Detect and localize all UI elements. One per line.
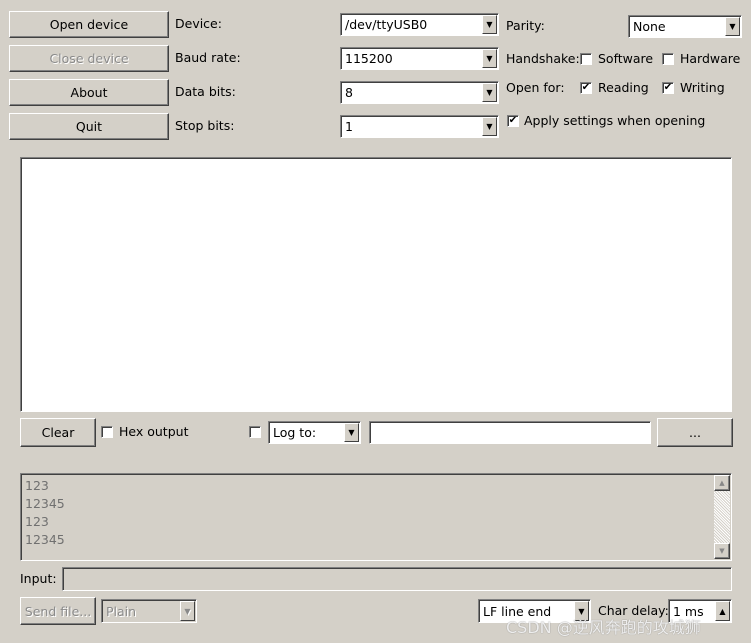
- hex-output-checkbox[interactable]: [101, 426, 113, 438]
- scroll-up-icon[interactable]: ▲: [714, 475, 730, 491]
- close-device-button[interactable]: Close device: [9, 45, 169, 72]
- handshake-label: Handshake:: [506, 51, 580, 66]
- history-item[interactable]: 123: [25, 513, 727, 531]
- stop-bits-combo[interactable]: 1 ▼: [340, 115, 499, 138]
- baud-label: Baud rate:: [175, 50, 241, 65]
- clear-button[interactable]: Clear: [20, 418, 96, 447]
- software-label: Software: [598, 51, 654, 66]
- chevron-down-icon: ▼: [344, 423, 359, 442]
- input-field[interactable]: [62, 567, 732, 591]
- reading-label: Reading: [598, 80, 649, 95]
- spin-arrows-icon[interactable]: ▲: [715, 601, 730, 621]
- log-value: Log to:: [273, 425, 317, 440]
- stop-bits-label: Stop bits:: [175, 118, 235, 133]
- scroll-down-icon[interactable]: ▼: [714, 543, 730, 559]
- parity-value: None: [633, 19, 666, 34]
- apply-settings-label: Apply settings when opening: [524, 113, 706, 128]
- scrollbar[interactable]: ▲ ▼: [714, 475, 730, 559]
- history-item[interactable]: 12345: [25, 531, 727, 549]
- log-combo[interactable]: Log to: ▼: [268, 421, 361, 444]
- history-item[interactable]: 12345: [25, 495, 727, 513]
- baud-value: 115200: [345, 51, 393, 66]
- input-label: Input:: [20, 571, 57, 586]
- chevron-down-icon: ▼: [180, 601, 195, 621]
- hardware-checkbox[interactable]: [662, 53, 674, 65]
- history-list[interactable]: 123 12345 123 12345 ▲ ▼: [20, 473, 732, 561]
- send-mode-combo[interactable]: Plain ▼: [101, 599, 197, 623]
- history-item[interactable]: 123: [25, 477, 727, 495]
- about-button[interactable]: About: [9, 79, 169, 106]
- chevron-down-icon: ▼: [482, 83, 497, 102]
- chevron-down-icon: ▼: [482, 117, 497, 136]
- log-checkbox[interactable]: [249, 426, 261, 438]
- output-area[interactable]: [20, 157, 732, 412]
- device-label: Device:: [175, 16, 222, 31]
- reading-checkbox[interactable]: ✔: [580, 82, 592, 94]
- log-file-input[interactable]: [369, 421, 651, 444]
- chevron-down-icon: ▼: [725, 17, 740, 36]
- watermark: CSDN @逆风奔跑的攻城狮: [506, 618, 701, 637]
- browse-button[interactable]: ...: [657, 418, 733, 447]
- software-checkbox[interactable]: [580, 53, 592, 65]
- data-bits-value: 8: [345, 85, 353, 100]
- open-device-button[interactable]: Open device: [9, 11, 169, 38]
- parity-combo[interactable]: None ▼: [628, 15, 742, 38]
- data-bits-combo[interactable]: 8 ▼: [340, 81, 499, 104]
- data-bits-label: Data bits:: [175, 84, 236, 99]
- writing-checkbox[interactable]: ✔: [662, 82, 674, 94]
- writing-label: Writing: [680, 80, 725, 95]
- chevron-down-icon: ▼: [482, 15, 497, 34]
- baud-combo[interactable]: 115200 ▼: [340, 47, 499, 70]
- chevron-down-icon: ▼: [482, 49, 497, 68]
- send-mode-value: Plain: [106, 603, 137, 619]
- hardware-label: Hardware: [680, 51, 741, 66]
- open-for-label: Open for:: [506, 80, 565, 95]
- quit-button[interactable]: Quit: [9, 113, 169, 140]
- parity-label: Parity:: [506, 18, 545, 33]
- device-value: /dev/ttyUSB0: [345, 17, 428, 32]
- apply-settings-checkbox[interactable]: ✔: [507, 115, 519, 127]
- stop-bits-value: 1: [345, 119, 353, 134]
- send-file-button[interactable]: Send file...: [20, 597, 96, 625]
- hex-output-label: Hex output: [119, 424, 189, 439]
- device-combo[interactable]: /dev/ttyUSB0 ▼: [340, 13, 499, 36]
